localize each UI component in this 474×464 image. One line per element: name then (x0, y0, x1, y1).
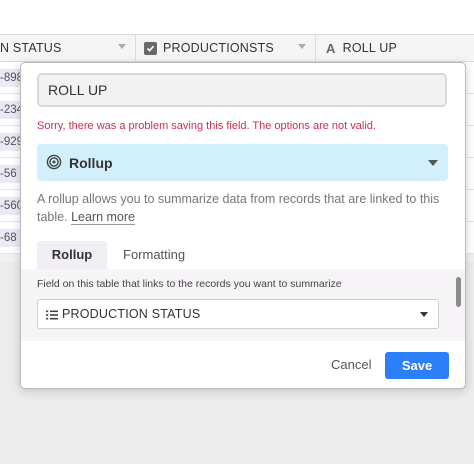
record-chip[interactable]: -68 (0, 229, 21, 247)
chevron-down-icon[interactable] (118, 44, 126, 49)
link-field-label: Field on this table that links to the re… (37, 278, 342, 290)
field-config-dialog: Sorry, there was a problem saving this f… (20, 62, 466, 389)
cancel-button[interactable]: Cancel (331, 357, 371, 372)
link-field-value: PRODUCTION STATUS (62, 307, 201, 321)
error-message: Sorry, there was a problem saving this f… (37, 120, 376, 132)
chevron-down-icon (428, 160, 438, 166)
scrollbar[interactable] (456, 277, 461, 307)
column-header-label: PRODUCTIONSTS (163, 41, 274, 55)
field-type-label: Rollup (69, 155, 113, 171)
linked-records-icon (46, 308, 58, 320)
spiral-icon (46, 154, 62, 170)
link-field-select[interactable]: PRODUCTION STATUS (37, 299, 439, 329)
column-header-label: ROLL UP (342, 41, 398, 55)
chevron-down-icon[interactable] (298, 44, 306, 49)
save-button[interactable]: Save (385, 352, 449, 379)
text-a-icon: A (326, 40, 336, 56)
column-header-productionsts[interactable]: PRODUCTIONSTS (136, 35, 316, 61)
learn-more-link[interactable]: Learn more (71, 210, 136, 225)
column-header-status[interactable]: N STATUS (0, 35, 136, 61)
tab-rollup[interactable]: Rollup (37, 241, 107, 269)
grid-header: N STATUS PRODUCTIONSTS A ROLL UP (0, 34, 474, 62)
column-header-rollup[interactable]: A ROLL UP (316, 35, 474, 61)
field-type-description: A rollup allows you to summarize data fr… (37, 190, 447, 226)
rollup-options-panel: Field on this table that links to the re… (21, 269, 465, 341)
top-bar (0, 0, 474, 34)
field-name-input[interactable] (37, 73, 447, 107)
tab-formatting[interactable]: Formatting (123, 241, 185, 269)
field-type-select[interactable]: Rollup (37, 144, 448, 181)
column-header-label: N STATUS (0, 41, 62, 55)
record-chip[interactable]: -56 (0, 165, 21, 183)
chevron-down-icon (420, 312, 428, 317)
checkbox-icon (144, 41, 157, 55)
